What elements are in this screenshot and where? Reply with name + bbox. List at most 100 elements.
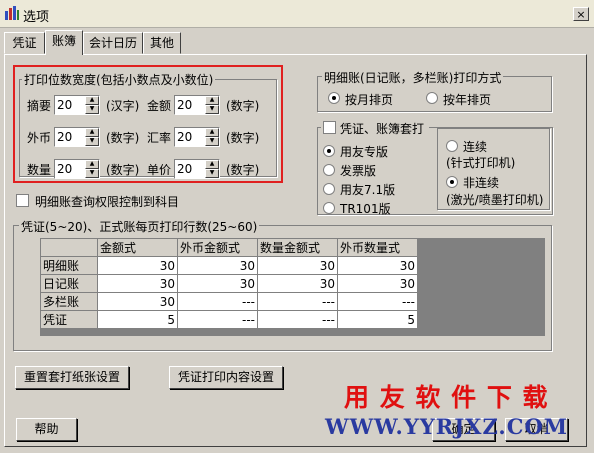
row-header: 明细账 bbox=[40, 256, 98, 275]
spin-up-icon[interactable]: ▲ bbox=[85, 96, 99, 105]
amount-width-spinner[interactable]: 20 ▲ ▼ bbox=[174, 95, 220, 115]
table-row: 多栏账 30 --- --- --- bbox=[40, 292, 418, 311]
noncontinuous-label[interactable]: 非连续 bbox=[463, 174, 499, 191]
noncontinuous-note: (激光/喷墨打印机) bbox=[446, 193, 544, 207]
invoice-version-radio[interactable] bbox=[323, 164, 335, 176]
template-print-label[interactable]: 凭证、账簿套打 bbox=[340, 120, 424, 137]
tab-other[interactable]: 其他 bbox=[143, 32, 181, 54]
spin-up-icon[interactable]: ▲ bbox=[205, 96, 219, 105]
unit-price-width-spinner[interactable]: 20 ▲ ▼ bbox=[174, 159, 220, 179]
invoice-version-label[interactable]: 发票版 bbox=[340, 162, 376, 179]
tab-ledger[interactable]: 账簿 bbox=[45, 30, 83, 55]
table-row: 凭证 5 --- --- 5 bbox=[40, 310, 418, 329]
table-cell[interactable]: --- bbox=[177, 310, 258, 329]
table-cell[interactable]: 30 bbox=[177, 256, 258, 275]
table-cell[interactable]: 30 bbox=[337, 256, 418, 275]
table-cell[interactable]: --- bbox=[337, 292, 418, 311]
quantity-width-spinner[interactable]: 20 ▲ ▼ bbox=[54, 159, 100, 179]
watermark-title: 用 友 软 件 下 载 bbox=[344, 383, 549, 412]
table-cell[interactable]: 30 bbox=[97, 292, 178, 311]
close-button[interactable]: × bbox=[573, 7, 589, 21]
summary-width-value: 20 bbox=[57, 98, 73, 112]
quantity-label: 数量 bbox=[27, 163, 52, 177]
exchange-rate-width-value: 20 bbox=[177, 130, 193, 144]
by-month-label[interactable]: 按月排页 bbox=[345, 91, 393, 108]
spin-up-icon[interactable]: ▲ bbox=[205, 160, 219, 169]
tab-accounting-calendar[interactable]: 会计日历 bbox=[83, 32, 143, 54]
table-cell[interactable]: 30 bbox=[257, 274, 338, 293]
watermark-url: WWW.YYRJXZ.COM bbox=[325, 414, 568, 439]
unit-price-label: 单价 bbox=[147, 163, 172, 177]
yonyou-71-radio[interactable] bbox=[323, 183, 335, 195]
column-header: 数量金额式 bbox=[257, 238, 338, 257]
column-header: 金额式 bbox=[97, 238, 178, 257]
table-row: 日记账 30 30 30 30 bbox=[40, 274, 418, 293]
spin-up-icon[interactable]: ▲ bbox=[85, 128, 99, 137]
table-cell[interactable]: 30 bbox=[337, 274, 418, 293]
table-cell[interactable]: 5 bbox=[97, 310, 178, 329]
table-cell[interactable]: --- bbox=[177, 292, 258, 311]
continuous-label[interactable]: 连续 bbox=[463, 138, 487, 155]
by-year-radio[interactable] bbox=[426, 92, 438, 104]
quantity-unit: (数字) bbox=[106, 163, 140, 177]
template-print-checkbox[interactable] bbox=[323, 121, 336, 134]
by-month-radio[interactable] bbox=[328, 92, 340, 104]
help-button[interactable]: 帮助 bbox=[16, 418, 77, 441]
spin-down-icon[interactable]: ▼ bbox=[205, 169, 219, 178]
exchange-rate-unit: (数字) bbox=[226, 131, 260, 145]
yonyou-special-radio[interactable] bbox=[323, 145, 335, 157]
spin-down-icon[interactable]: ▼ bbox=[205, 105, 219, 114]
noncontinuous-radio[interactable] bbox=[446, 176, 458, 188]
column-header: 外币金额式 bbox=[177, 238, 258, 257]
query-permission-checkbox[interactable] bbox=[16, 194, 29, 207]
query-permission-label[interactable]: 明细账查询权限控制到科目 bbox=[35, 193, 179, 210]
row-header: 凭证 bbox=[40, 310, 98, 329]
by-year-label[interactable]: 按年排页 bbox=[443, 91, 491, 108]
unit-price-width-value: 20 bbox=[177, 162, 193, 176]
table-cell[interactable]: --- bbox=[257, 292, 338, 311]
amount-width-value: 20 bbox=[177, 98, 193, 112]
yonyou-71-label[interactable]: 用友7.1版 bbox=[340, 181, 395, 198]
table-cell[interactable]: --- bbox=[257, 310, 338, 329]
exchange-rate-width-spinner[interactable]: 20 ▲ ▼ bbox=[174, 127, 220, 147]
summary-width-spinner[interactable]: 20 ▲ ▼ bbox=[54, 95, 100, 115]
table-cell[interactable]: 30 bbox=[177, 274, 258, 293]
table-header-row: 金额式 外币金额式 数量金额式 外币数量式 bbox=[40, 238, 418, 257]
tr101-label[interactable]: TR101版 bbox=[340, 200, 391, 217]
table-row: 明细账 30 30 30 30 bbox=[40, 256, 418, 275]
row-header: 日记账 bbox=[40, 274, 98, 293]
foreign-currency-label: 外币 bbox=[27, 131, 52, 145]
table-cell[interactable]: 30 bbox=[97, 256, 178, 275]
exchange-rate-label: 汇率 bbox=[147, 131, 172, 145]
row-count-table: 金额式 外币金额式 数量金额式 外币数量式 明细账 30 30 30 30 日记… bbox=[40, 238, 418, 329]
detail-print-title: 明细账(日记账，多栏账)打印方式 bbox=[322, 69, 504, 86]
table-cell[interactable]: 5 bbox=[337, 310, 418, 329]
tr101-radio[interactable] bbox=[323, 202, 335, 214]
spin-down-icon[interactable]: ▼ bbox=[85, 105, 99, 114]
tab-voucher[interactable]: 凭证 bbox=[4, 32, 45, 54]
spin-up-icon[interactable]: ▲ bbox=[85, 160, 99, 169]
voucher-content-button[interactable]: 凭证打印内容设置 bbox=[169, 366, 283, 389]
column-header: 外币数量式 bbox=[337, 238, 418, 257]
row-count-title: 凭证(5~20)、正式账每页打印行数(25~60) bbox=[19, 218, 260, 235]
amount-label: 金额 bbox=[147, 99, 172, 113]
spin-down-icon[interactable]: ▼ bbox=[85, 137, 99, 146]
quantity-width-value: 20 bbox=[57, 162, 73, 176]
unit-price-unit: (数字) bbox=[226, 163, 260, 177]
continuous-radio[interactable] bbox=[446, 140, 458, 152]
window-title: 选项 bbox=[23, 10, 50, 25]
foreign-currency-unit: (数字) bbox=[106, 131, 140, 145]
foreign-currency-width-value: 20 bbox=[57, 130, 73, 144]
spin-up-icon[interactable]: ▲ bbox=[205, 128, 219, 137]
summary-label: 摘要 bbox=[27, 99, 52, 113]
spin-down-icon[interactable]: ▼ bbox=[205, 137, 219, 146]
yonyou-special-label[interactable]: 用友专版 bbox=[340, 143, 388, 160]
app-icon bbox=[5, 6, 19, 20]
title-bar bbox=[0, 0, 594, 28]
table-cell[interactable]: 30 bbox=[97, 274, 178, 293]
continuous-note: (针式打印机) bbox=[446, 156, 516, 170]
foreign-currency-width-spinner[interactable]: 20 ▲ ▼ bbox=[54, 127, 100, 147]
reset-paper-button[interactable]: 重置套打纸张设置 bbox=[15, 366, 129, 389]
spin-down-icon[interactable]: ▼ bbox=[85, 169, 99, 178]
table-cell[interactable]: 30 bbox=[257, 256, 338, 275]
